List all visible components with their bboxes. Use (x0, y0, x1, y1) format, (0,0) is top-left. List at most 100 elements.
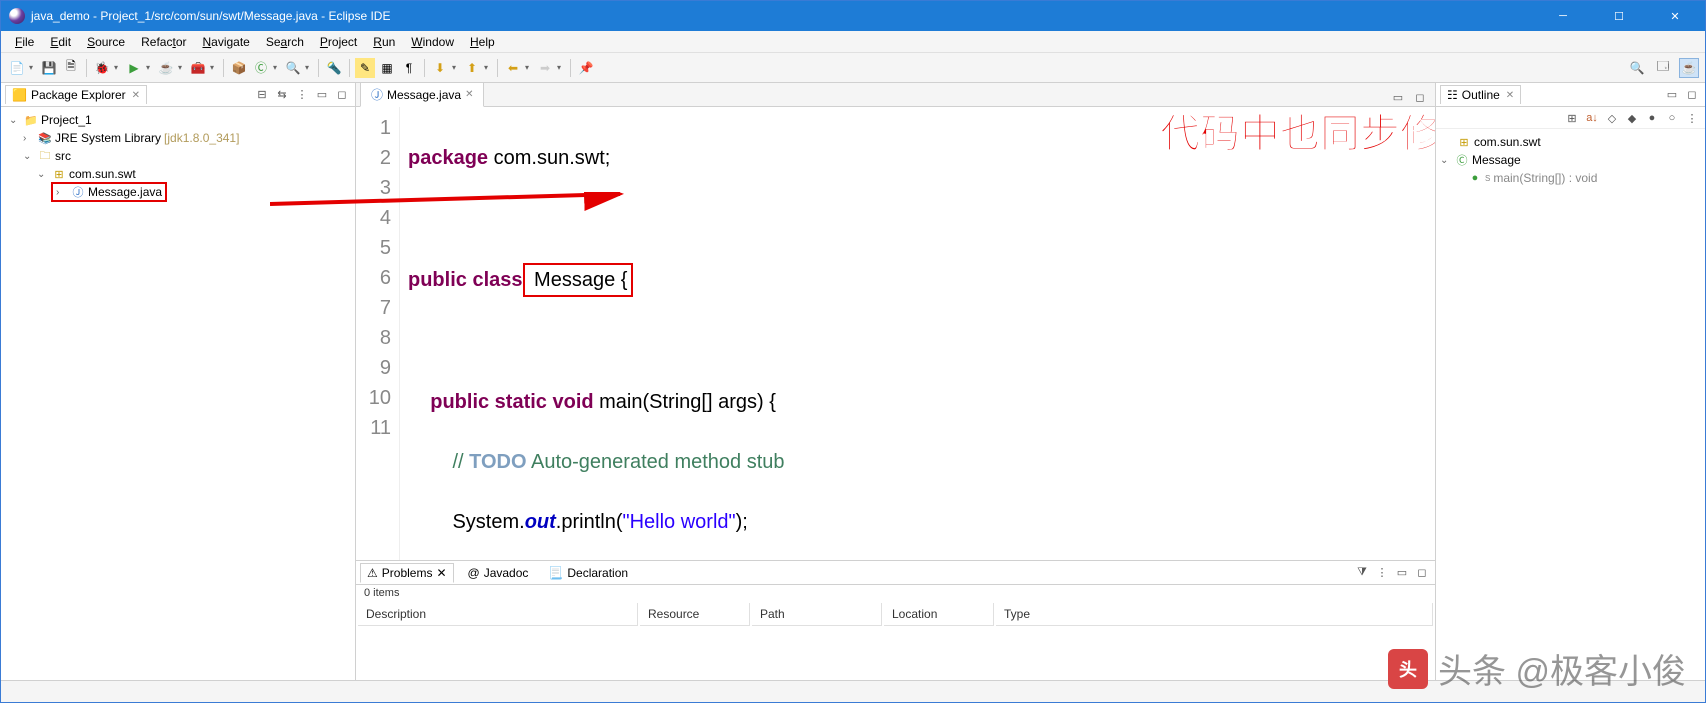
toggle-mark-button[interactable]: ✎ (355, 58, 375, 78)
package-explorer-tree[interactable]: ⌄ 📁 Project_1 › 📚 JRE System Library [jd… (1, 107, 355, 680)
col-description[interactable]: Description (358, 603, 638, 626)
pin-button[interactable]: 📌 (576, 58, 596, 78)
show-whitespace-button[interactable]: ¶ (399, 58, 419, 78)
toggle-block-button[interactable]: ▦ (377, 58, 397, 78)
close-icon[interactable]: ✕ (132, 90, 140, 101)
new-class-button[interactable]: Ⓒ (251, 58, 271, 78)
chevron-down-icon[interactable]: ⌄ (23, 151, 35, 162)
sort-button[interactable]: a↓ (1583, 109, 1601, 127)
menu-run[interactable]: Run (365, 33, 403, 51)
search-button[interactable]: 🔦 (324, 58, 344, 78)
save-all-button[interactable]: 🗎 (61, 58, 81, 78)
menu-window[interactable]: Window (403, 33, 462, 51)
outline-icon: ☷ (1447, 88, 1458, 102)
menu-navigate[interactable]: Navigate (194, 33, 257, 51)
link-editor-button[interactable]: ⇆ (273, 86, 291, 104)
hide-fields-button[interactable]: ◇ (1603, 109, 1621, 127)
back-button[interactable]: ⬅ (503, 58, 523, 78)
project-icon: 📁 (24, 113, 38, 127)
declaration-tab[interactable]: 📃 Declaration (542, 564, 634, 582)
chevron-right-icon[interactable]: › (56, 187, 68, 198)
problems-count: 0 items (356, 585, 1435, 601)
maximize-editor-button[interactable]: ◻ (1411, 88, 1429, 106)
problems-table[interactable]: Description Resource Path Location Type (356, 601, 1435, 628)
menu-refactor[interactable]: Refactor (133, 33, 194, 51)
titlebar: java_demo - Project_1/src/com/sun/swt/Me… (1, 1, 1705, 31)
minimize-button[interactable]: ─ (1541, 1, 1585, 31)
close-icon[interactable]: ✕ (1506, 90, 1514, 101)
col-location[interactable]: Location (884, 603, 994, 626)
debug-button[interactable]: 🐞 (92, 58, 112, 78)
run-button[interactable]: ▶ (124, 58, 144, 78)
close-button[interactable]: ✕ (1653, 1, 1697, 31)
package-explorer-tab[interactable]: 🟨 Package Explorer ✕ (5, 85, 147, 104)
outline-class[interactable]: ⌄ Ⓒ Message (1440, 151, 1701, 169)
prev-annotation-button[interactable]: ⬆ (462, 58, 482, 78)
coverage-button[interactable]: ☕ (156, 58, 176, 78)
tree-src[interactable]: ⌄ 🗀 src (5, 147, 351, 165)
outline-method[interactable]: ● S main(String[]) : void (1440, 169, 1701, 187)
outline-toolbar: ⊞ a↓ ◇ ◆ ● ○ ⋮ (1436, 107, 1705, 129)
new-button[interactable]: 📄 (7, 58, 27, 78)
chevron-down-icon[interactable]: ⌄ (37, 169, 49, 180)
maximize-view-button[interactable]: ◻ (1413, 564, 1431, 582)
chevron-down-icon[interactable]: ⌄ (9, 115, 21, 126)
jre-version: [jdk1.8.0_341] (164, 131, 239, 145)
code-area[interactable]: package com.sun.swt; public class Messag… (400, 107, 1435, 560)
tree-project[interactable]: ⌄ 📁 Project_1 (5, 111, 351, 129)
minimize-view-button[interactable]: ▭ (1393, 564, 1411, 582)
editor[interactable]: 1234567891011 package com.sun.swt; publi… (356, 107, 1435, 560)
maximize-view-button[interactable]: ◻ (1683, 86, 1701, 104)
menu-project[interactable]: Project (312, 33, 365, 51)
external-tools-button[interactable]: 🧰 (188, 58, 208, 78)
filter-button[interactable]: ⧩ (1353, 564, 1371, 582)
package-icon: ⊞ (1457, 135, 1471, 149)
tree-package[interactable]: ⌄ ⊞ com.sun.swt (5, 165, 351, 183)
collapse-all-button[interactable]: ⊟ (253, 86, 271, 104)
close-icon[interactable]: ✕ (436, 566, 446, 580)
next-annotation-button[interactable]: ⬇ (430, 58, 450, 78)
view-menu-button[interactable]: ⋮ (1683, 109, 1701, 127)
open-type-button[interactable]: 🔍 (283, 58, 303, 78)
view-menu-button[interactable]: ⋮ (1373, 564, 1391, 582)
editor-tab-message[interactable]: Ⓙ Message.java ✕ (360, 83, 484, 107)
java-perspective-button[interactable]: ☕ (1679, 58, 1699, 78)
maximize-button[interactable]: ☐ (1597, 1, 1641, 31)
tree-jre[interactable]: › 📚 JRE System Library [jdk1.8.0_341] (5, 129, 351, 147)
minimize-view-button[interactable]: ▭ (313, 86, 331, 104)
view-menu-button[interactable]: ⋮ (293, 86, 311, 104)
javadoc-tab[interactable]: @ Javadoc (462, 564, 535, 582)
minimize-view-button[interactable]: ▭ (1663, 86, 1681, 104)
col-type[interactable]: Type (996, 603, 1433, 626)
chevron-down-icon[interactable]: ⌄ (1440, 155, 1452, 166)
close-icon[interactable]: ✕ (465, 89, 473, 100)
open-perspective-button[interactable]: 🗔 (1653, 58, 1673, 78)
minimize-editor-button[interactable]: ▭ (1389, 88, 1407, 106)
tree-file[interactable]: › Ⓙ Message.java (5, 183, 351, 201)
col-path[interactable]: Path (752, 603, 882, 626)
menu-help[interactable]: Help (462, 33, 503, 51)
menu-source[interactable]: Source (79, 33, 133, 51)
problems-tab[interactable]: ⚠ Problems ✕ (360, 563, 454, 583)
outline-package[interactable]: ⊞ com.sun.swt (1440, 133, 1701, 151)
save-button[interactable]: 💾 (39, 58, 59, 78)
new-package-button[interactable]: 📦 (229, 58, 249, 78)
focus-button[interactable]: ⊞ (1563, 109, 1581, 127)
menu-file[interactable]: File (7, 33, 42, 51)
outline-tab[interactable]: ☷ Outline ✕ (1440, 85, 1521, 104)
quick-access-button[interactable]: 🔍 (1627, 58, 1647, 78)
editor-tab-label: Message.java (387, 88, 461, 102)
maximize-view-button[interactable]: ◻ (333, 86, 351, 104)
hide-static-button[interactable]: ◆ (1623, 109, 1641, 127)
declaration-icon: 📃 (548, 566, 563, 580)
chevron-right-icon[interactable]: › (23, 133, 35, 144)
menu-search[interactable]: Search (258, 33, 312, 51)
hide-nonpublic-button[interactable]: ● (1643, 109, 1661, 127)
forward-button[interactable]: ➡ (535, 58, 555, 78)
java-file-icon: Ⓙ (71, 185, 85, 199)
outline-tree[interactable]: ⊞ com.sun.swt ⌄ Ⓒ Message ● S main(Strin… (1436, 129, 1705, 191)
src-label: src (55, 149, 71, 163)
col-resource[interactable]: Resource (640, 603, 750, 626)
hide-local-button[interactable]: ○ (1663, 109, 1681, 127)
menu-edit[interactable]: Edit (42, 33, 79, 51)
